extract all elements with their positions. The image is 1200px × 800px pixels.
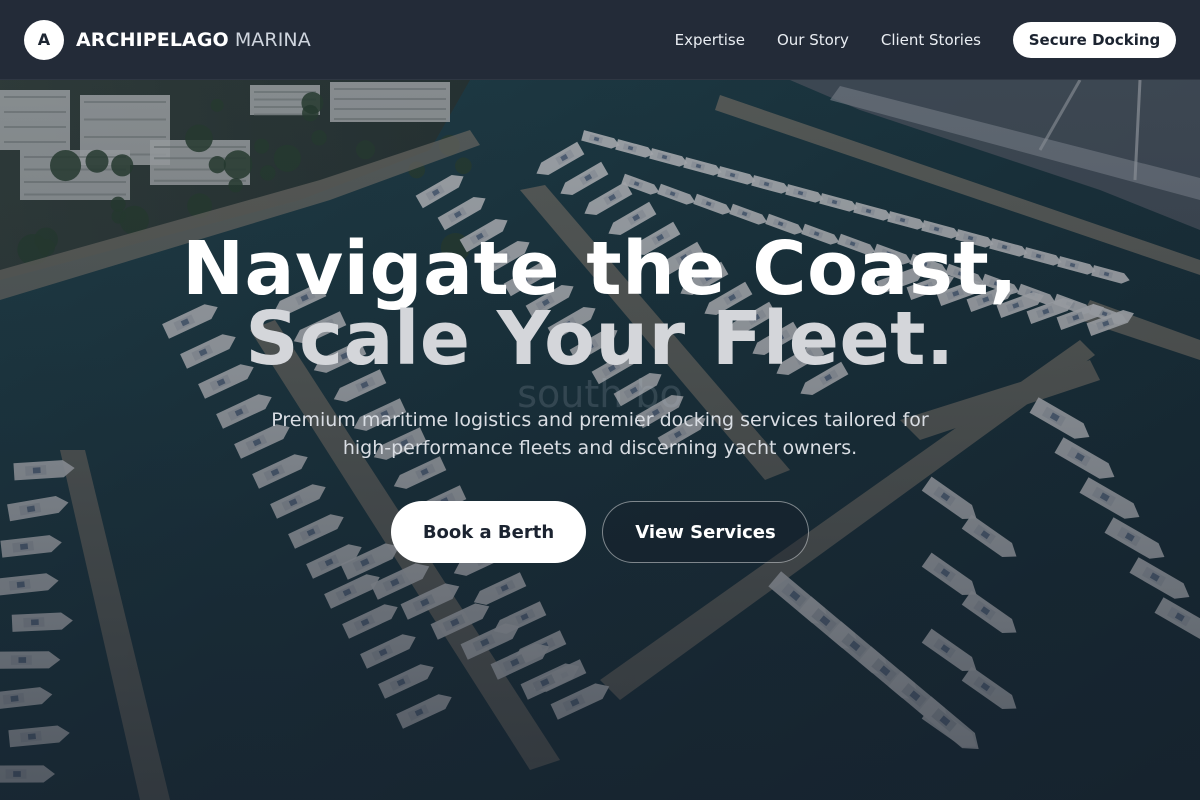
view-services-button[interactable]: View Services (602, 501, 809, 563)
nav-links: Expertise Our Story Client Stories Secur… (675, 21, 1176, 58)
hero-title-line-2: Scale Your Fleet. (245, 296, 955, 382)
hero-section: south bo Navigate the Coast, Scale Your … (0, 80, 1200, 800)
brand-name-strong: ARCHIPELAGO (76, 28, 229, 51)
book-a-berth-button[interactable]: Book a Berth (391, 501, 586, 563)
nav-link-our-story[interactable]: Our Story (777, 31, 849, 49)
brand-mark-icon: A (24, 19, 64, 60)
hero-actions: Book a Berth View Services (0, 501, 1200, 563)
nav-link-expertise[interactable]: Expertise (675, 31, 745, 49)
hero-title-line-1: Navigate the Coast, (182, 226, 1018, 312)
hero-title: Navigate the Coast, Scale Your Fleet. (0, 226, 1200, 382)
nav-link-client-stories[interactable]: Client Stories (881, 31, 981, 49)
top-navbar: A ARCHIPELAGO MARINA Expertise Our Story … (0, 0, 1200, 80)
brand-name-light: MARINA (234, 28, 311, 51)
hero-subtitle: Premium maritime logistics and premier d… (271, 409, 929, 459)
brand-logo-link[interactable]: A ARCHIPELAGO MARINA (24, 19, 311, 60)
secure-docking-button[interactable]: Secure Docking (1013, 21, 1176, 58)
brand-name: ARCHIPELAGO MARINA (76, 29, 311, 51)
